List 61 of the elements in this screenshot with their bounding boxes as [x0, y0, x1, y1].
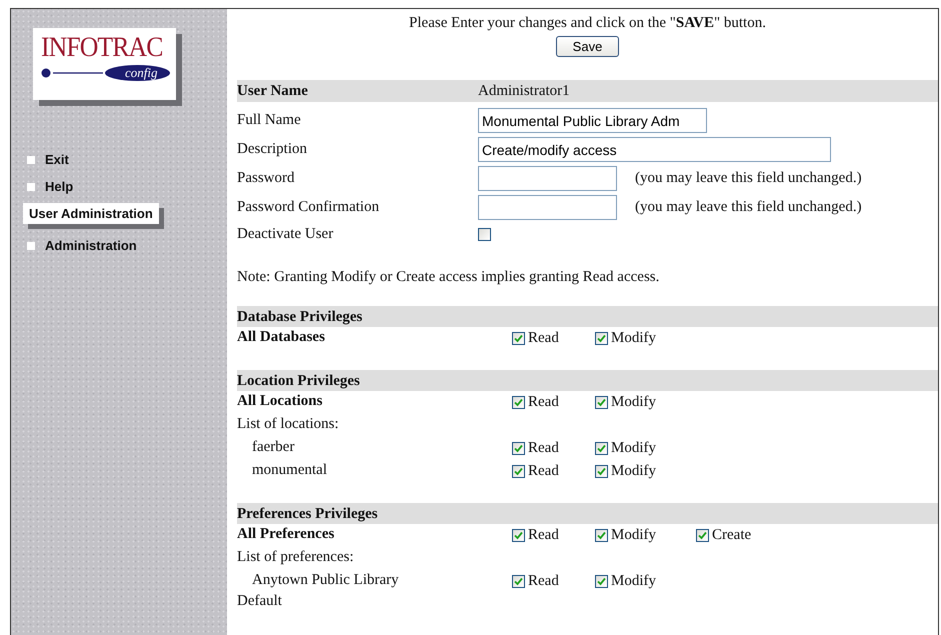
nav-item[interactable]: Exit [11, 146, 69, 173]
checkbox[interactable] [512, 529, 525, 542]
checkbox-label: Create [712, 526, 752, 545]
field-label: User Name [237, 82, 309, 100]
checkbox[interactable] [595, 529, 608, 542]
section-header: Database Privileges [237, 306, 938, 327]
checkbox-label: Read [528, 526, 559, 545]
field-label: Deactivate User [237, 226, 334, 243]
input-field[interactable]: Monumental Public Library Adm [478, 108, 707, 133]
checkbox-label: Modify [611, 526, 656, 545]
privilege-label: monumental [251, 461, 328, 480]
checkbox[interactable] [478, 228, 491, 241]
checkbox[interactable] [512, 442, 525, 455]
checkbox-label: Read [528, 462, 559, 481]
logo-title: INFOTRAC [41, 33, 160, 63]
checkbox-label: Modify [611, 329, 656, 348]
checkbox-label: Read [528, 393, 559, 412]
checkbox[interactable] [595, 396, 608, 409]
privilege-label: Anytown Public Library Default [237, 571, 400, 611]
note-text: Note: Granting Modify or Create access implies granting Read access. [237, 269, 660, 286]
checkbox-label: Read [528, 329, 559, 348]
privilege-label: List of locations: [237, 415, 340, 434]
checkbox-label: Modify [611, 439, 656, 458]
checkbox-label: Read [528, 439, 559, 458]
checkbox[interactable] [595, 442, 608, 455]
field-value: Administrator1 [478, 82, 570, 100]
privilege-label: All Databases [237, 328, 326, 347]
save-button[interactable]: Save [556, 36, 620, 57]
nav-item[interactable]: User Administration [23, 203, 159, 224]
instruction-text: Please Enter your changes and click on the "SAVE" button. [408, 14, 767, 32]
section-header: Preferences Privileges [237, 503, 938, 524]
dot-line-icon [41, 68, 103, 78]
nav-item[interactable]: Administration [11, 232, 137, 259]
privilege-label: faerber [251, 438, 296, 457]
checkbox[interactable] [512, 465, 525, 478]
section-header: Location Privileges [237, 370, 938, 391]
privilege-label: All Locations [237, 392, 324, 411]
checkbox[interactable] [696, 529, 709, 542]
field-label: Password [237, 170, 296, 187]
checkbox[interactable] [595, 575, 608, 588]
field-label: Password Confirmation [237, 199, 380, 216]
field-label: Full Name [237, 112, 302, 129]
privilege-label: List of preferences: [237, 548, 355, 567]
checkbox-label: Modify [611, 572, 656, 591]
checkbox[interactable] [595, 465, 608, 478]
field-hint: (you may leave this field unchanged.) [635, 199, 862, 216]
checkbox[interactable] [512, 332, 525, 345]
privilege-label: All Preferences [237, 525, 336, 544]
checkbox-label: Modify [611, 393, 656, 412]
checkbox[interactable] [512, 575, 525, 588]
field-hint: (you may leave this field unchanged.) [635, 170, 862, 187]
password-field[interactable] [478, 166, 617, 191]
logo-subtitle: config [105, 65, 170, 81]
password-field[interactable] [478, 195, 617, 220]
field-label: Description [237, 141, 308, 158]
checkbox-label: Read [528, 572, 559, 591]
checkbox[interactable] [595, 332, 608, 345]
checkbox-label: Modify [611, 462, 656, 481]
nav-item[interactable]: Help [11, 173, 74, 200]
input-field[interactable]: Create/modify access [478, 137, 831, 162]
checkbox[interactable] [512, 396, 525, 409]
